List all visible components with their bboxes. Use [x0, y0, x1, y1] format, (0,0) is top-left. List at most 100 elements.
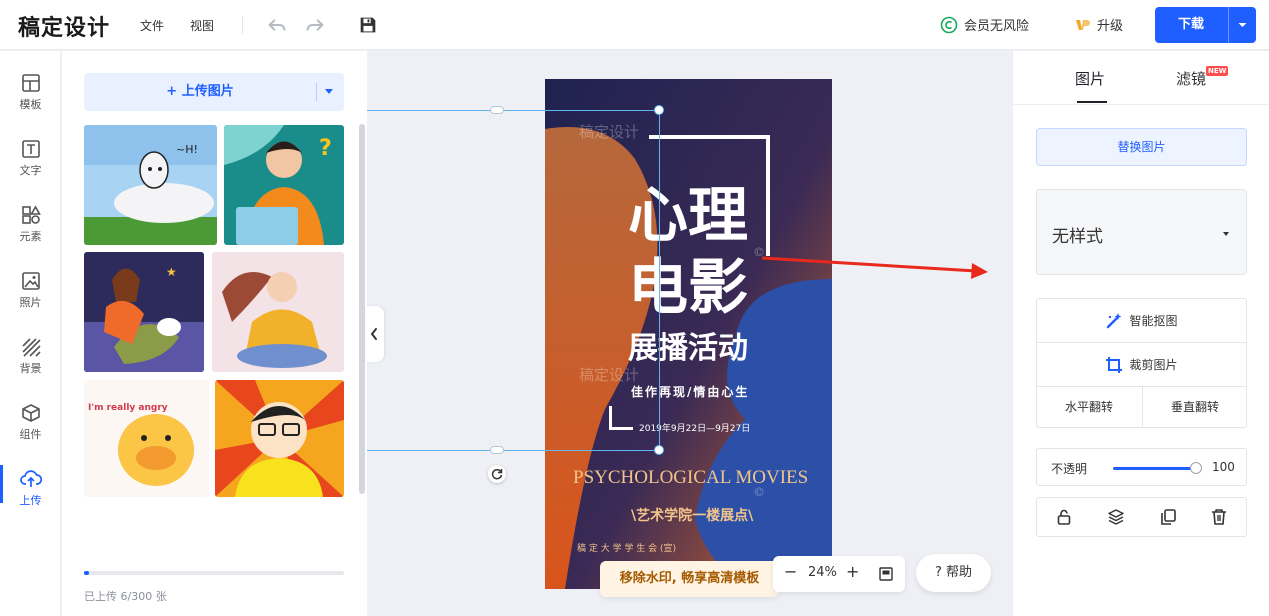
collapse-panel-button[interactable]	[366, 306, 384, 362]
nav-label: 文字	[19, 164, 42, 177]
zoom-in-button[interactable]: +	[846, 562, 859, 581]
tab-filter[interactable]: 滤镜	[1176, 68, 1206, 89]
poster-watermark: 稿定设计	[579, 366, 640, 384]
nav-label: 组件	[19, 428, 42, 441]
delete-icon[interactable]	[1210, 508, 1228, 526]
nav-item-upload[interactable]: 上传	[0, 457, 61, 513]
upload-icon	[19, 470, 42, 487]
replace-image-button[interactable]: 替换图片	[1036, 128, 1247, 166]
resize-handle[interactable]	[490, 106, 504, 114]
chevron-left-icon	[370, 328, 377, 340]
component-icon	[21, 404, 40, 422]
elements-icon	[21, 205, 41, 224]
poster-tagline: 佳作再现/情由心生	[631, 385, 750, 399]
smart-cutout-button[interactable]: 智能抠图	[1037, 299, 1246, 342]
flip-vertical-button[interactable]: 垂直翻转	[1143, 386, 1247, 428]
poster-watermark: 稿定设计	[579, 123, 640, 141]
active-tab-indicator	[1077, 101, 1107, 103]
fit-screen-icon[interactable]	[879, 567, 893, 581]
crop-icon	[1106, 356, 1123, 373]
layers-icon[interactable]	[1107, 508, 1125, 526]
smart-cutout-label: 智能抠图	[1129, 314, 1178, 328]
thumb-lettering: ?	[319, 136, 332, 161]
crop-image-label: 裁剪图片	[1129, 358, 1178, 372]
caret-down-icon[interactable]	[1229, 7, 1256, 43]
remove-watermark-banner[interactable]: 移除水印, 畅享高清模板	[600, 561, 779, 597]
image-tools-group: 智能抠图 裁剪图片 水平翻转 垂直翻转	[1036, 298, 1247, 428]
resize-handle[interactable]	[654, 105, 664, 115]
undo-icon[interactable]	[266, 14, 288, 36]
zoom-out-button[interactable]: −	[784, 562, 797, 581]
uploaded-thumb-alpaca[interactable]: ~H!	[84, 125, 217, 245]
tab-image[interactable]: 图片	[1075, 68, 1105, 89]
poster-frame-bottom	[609, 406, 633, 430]
poster-venue: \艺术学院一楼展点\	[631, 508, 754, 524]
resize-handle[interactable]	[654, 445, 664, 455]
opacity-value[interactable]: 100	[1212, 460, 1235, 474]
nav-label: 上传	[19, 494, 42, 507]
uploaded-thumb-angry-chick[interactable]: I'm really angry	[84, 380, 209, 497]
annotation-arrow	[761, 256, 988, 279]
upgrade-link[interactable]: 升级	[1075, 15, 1123, 34]
new-badge: NEW	[1206, 66, 1229, 76]
upload-divider	[316, 83, 317, 101]
uploaded-thumb-girl-drink[interactable]	[212, 252, 344, 372]
selection-bottom-edge	[367, 450, 660, 451]
style-select[interactable]: 无样式	[1036, 189, 1247, 275]
vip-no-risk-link[interactable]: 会员无风险	[940, 15, 1029, 34]
thumb-lettering: I'm really angry	[88, 403, 168, 413]
rotate-handle[interactable]	[488, 465, 506, 483]
magic-wand-icon	[1107, 312, 1122, 328]
duplicate-icon[interactable]	[1159, 508, 1177, 526]
resize-handle[interactable]	[490, 446, 504, 454]
nav-item-text[interactable]: 文字	[0, 127, 61, 183]
upload-quota-progress-fill	[84, 571, 90, 575]
nav-item-photo[interactable]: 照片	[0, 259, 61, 315]
nav-label: 背景	[19, 362, 42, 375]
download-button[interactable]: 下载	[1155, 7, 1256, 43]
left-nav: 模板 文字 元素 照片 背景 组件 上传	[0, 51, 61, 616]
flip-horizontal-button[interactable]: 水平翻转	[1037, 386, 1141, 428]
opacity-slider-handle[interactable]	[1190, 462, 1202, 474]
nav-item-elements[interactable]: 元素	[0, 193, 61, 249]
poster-subtitle: 展播活动	[628, 331, 748, 366]
opacity-label: 不透明	[1051, 462, 1088, 476]
app-logo[interactable]: 稿定设计	[18, 10, 110, 42]
menu-file[interactable]: 文件	[140, 17, 164, 34]
upload-quota-status: 已上传 6/300 张	[84, 590, 167, 603]
uploaded-thumb-man-laptop[interactable]: ?	[224, 125, 344, 245]
caret-down-icon[interactable]	[324, 88, 334, 96]
copyright-icon	[940, 16, 958, 33]
selection-top-edge	[367, 110, 660, 111]
opacity-slider-track[interactable]	[1113, 467, 1195, 470]
help-button[interactable]: ? 帮助	[916, 554, 991, 592]
panel-scrollbar[interactable]	[359, 124, 365, 494]
zoom-control: − 24% +	[773, 556, 905, 592]
crop-image-button[interactable]: 裁剪图片	[1037, 343, 1246, 386]
opacity-control: 不透明 100	[1036, 448, 1247, 486]
uploaded-thumb-glasses-man[interactable]	[215, 380, 344, 497]
photo-icon	[21, 272, 40, 290]
zoom-value[interactable]: 24%	[808, 565, 837, 580]
poster-canvas[interactable]: 稿定设计 稿定设计 心理 电影 展播活动 佳作再现/情由心生 2019年9月22…	[545, 79, 832, 589]
style-select-value: 无样式	[1052, 227, 1103, 247]
download-label: 下载	[1177, 17, 1204, 32]
vip-crown-icon	[1076, 19, 1090, 30]
nav-label: 元素	[19, 230, 42, 243]
nav-label: 模板	[19, 98, 42, 111]
upload-image-button[interactable]: + 上传图片	[84, 73, 344, 111]
lock-icon[interactable]	[1055, 508, 1073, 526]
nav-item-component[interactable]: 组件	[0, 391, 61, 447]
vip-label: 会员无风险	[964, 19, 1030, 34]
nav-item-background[interactable]: 背景	[0, 325, 61, 381]
uploaded-thumb-girl-rabbit[interactable]: ★	[84, 252, 204, 372]
upload-image-label: + 上传图片	[166, 84, 234, 99]
thumb-lettering: ~H!	[176, 143, 198, 156]
toolbar-divider	[242, 16, 243, 34]
poster-title-line1: 心理	[628, 181, 748, 251]
save-icon[interactable]	[357, 14, 379, 36]
redo-icon[interactable]	[304, 14, 326, 36]
top-bar: 稿定设计 文件 视图 会员无风险 升级 下载	[0, 0, 1269, 50]
nav-item-template[interactable]: 模板	[0, 61, 61, 117]
menu-view[interactable]: 视图	[190, 17, 214, 34]
